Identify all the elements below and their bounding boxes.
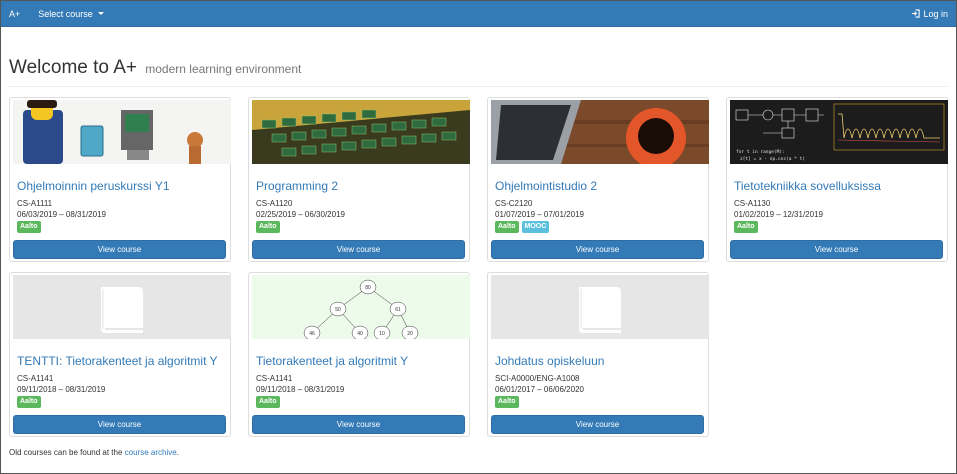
view-course-button[interactable]: View course: [13, 240, 226, 259]
course-dates: 06/03/2019 – 08/31/2019: [17, 210, 106, 219]
select-course-label: Select course: [38, 8, 93, 19]
course-thumbnail[interactable]: [252, 100, 470, 164]
page-header: Welcome to A+ modern learning environmen…: [9, 57, 948, 87]
page-title-text: Welcome to A+: [9, 57, 137, 78]
course-title-link[interactable]: Ohjelmointistudio 2: [495, 179, 597, 193]
course-card: 80 50 61 46 40 10 20 Tietorakenteet ja a…: [248, 272, 470, 437]
aalto-badge: Aalto: [734, 221, 758, 233]
aalto-badge: Aalto: [495, 396, 519, 408]
view-course-button[interactable]: View course: [491, 415, 704, 434]
tree-node-label: 80: [365, 285, 371, 291]
course-card: Ohjelmointistudio 2 CS-C2120 01/07/2019 …: [487, 97, 709, 262]
course-title-link[interactable]: Programming 2: [256, 179, 338, 193]
course-card: TENTTI: Tietorakenteet ja algoritmit Y C…: [9, 272, 231, 437]
course-code: CS-A1141: [17, 374, 54, 383]
course-dates: 09/11/2018 – 08/31/2019: [17, 385, 106, 394]
tree-node-label: 50: [335, 307, 341, 313]
course-code: CS-A1120: [256, 199, 293, 208]
view-course-button[interactable]: View course: [252, 240, 465, 259]
course-thumbnail[interactable]: [13, 275, 231, 339]
footer-prefix: Old courses can be found at the: [9, 448, 125, 457]
course-dates: 09/11/2018 – 08/31/2019: [256, 385, 345, 394]
view-course-button[interactable]: View course: [13, 415, 226, 434]
aalto-badge: Aalto: [256, 221, 280, 233]
navbar: A+ Select course Log in: [1, 1, 956, 27]
course-thumbnail[interactable]: [13, 100, 231, 164]
page-subtitle: modern learning environment: [145, 62, 302, 76]
aalto-badge: Aalto: [17, 221, 41, 233]
course-dates: 02/25/2019 – 06/30/2019: [256, 210, 345, 219]
view-course-button[interactable]: View course: [491, 240, 704, 259]
tree-node-label: 40: [357, 331, 363, 337]
sign-in-icon: [912, 9, 921, 18]
tree-node-label: 20: [407, 331, 413, 337]
aalto-badge: Aalto: [256, 396, 280, 408]
course-card: Ohjelmoinnin peruskurssi Y1 CS-A1111 06/…: [9, 97, 231, 262]
book-icon: [579, 287, 621, 333]
course-title-link[interactable]: Ohjelmoinnin peruskurssi Y1: [17, 179, 170, 193]
course-card: for t in range(M): z[t] = x - np.cos(a *…: [726, 97, 948, 262]
tree-node-label: 10: [379, 331, 385, 337]
footer-note: Old courses can be found at the course a…: [9, 448, 179, 457]
mooc-badge: MOOC: [521, 221, 550, 233]
brand-link[interactable]: A+: [1, 9, 30, 19]
course-title-link[interactable]: TENTTI: Tietorakenteet ja algoritmit Y: [17, 354, 218, 368]
thumbnail-code-line-1: for t in range(M):: [736, 149, 785, 155]
page-title: Welcome to A+ modern learning environmen…: [9, 57, 948, 79]
course-title-link[interactable]: Tietorakenteet ja algoritmit Y: [256, 354, 408, 368]
course-code: CS-C2120: [495, 199, 533, 208]
course-dates: 01/02/2019 – 12/31/2019: [734, 210, 823, 219]
login-label: Log in: [923, 8, 948, 19]
course-code: CS-A1130: [734, 199, 771, 208]
course-code: CS-A1141: [256, 374, 293, 383]
select-course-dropdown[interactable]: Select course: [30, 9, 112, 19]
course-code: CS-A1111: [17, 199, 53, 208]
course-title-link[interactable]: Johdatus opiskeluun: [495, 354, 604, 368]
course-dates: 01/07/2019 – 07/01/2019: [495, 210, 584, 219]
course-thumbnail[interactable]: for t in range(M): z[t] = x - np.cos(a *…: [730, 100, 948, 164]
caret-down-icon: [97, 12, 104, 15]
course-archive-link[interactable]: course archive: [125, 448, 177, 457]
view-course-button[interactable]: View course: [730, 240, 943, 259]
course-card: Johdatus opiskeluun SCI-A0000/ENG-A1008 …: [487, 272, 709, 437]
course-dates: 06/01/2017 – 06/06/2020: [495, 385, 584, 394]
tree-node-label: 46: [309, 331, 315, 337]
course-thumbnail[interactable]: 80 50 61 46 40 10 20: [252, 275, 470, 339]
footer-suffix: .: [176, 448, 179, 457]
aalto-badge: Aalto: [495, 221, 519, 233]
course-code: SCI-A0000/ENG-A1008: [495, 374, 580, 383]
course-title-link[interactable]: Tietotekniikka sovelluksissa: [734, 179, 881, 193]
course-thumbnail[interactable]: [491, 100, 709, 164]
course-thumbnail[interactable]: [491, 275, 709, 339]
tree-node-label: 61: [395, 307, 401, 313]
login-link[interactable]: Log in: [903, 9, 956, 19]
book-icon: [101, 287, 143, 333]
aalto-badge: Aalto: [17, 396, 41, 408]
thumbnail-code-line-2: z[t] = x - np.cos(a * t): [740, 156, 805, 162]
view-course-button[interactable]: View course: [252, 415, 465, 434]
course-card: Programming 2 CS-A1120 02/25/2019 – 06/3…: [248, 97, 470, 262]
